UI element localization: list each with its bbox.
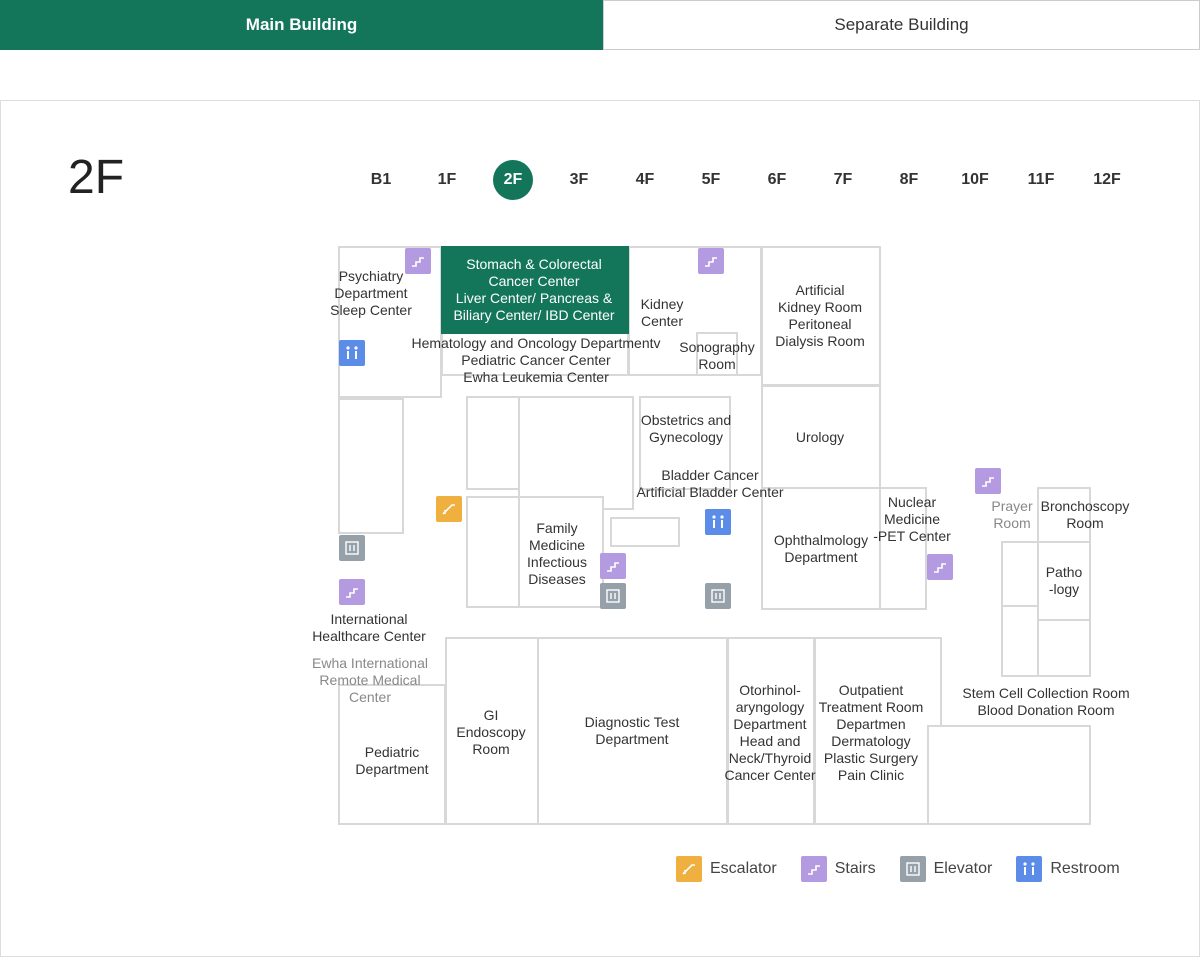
floor-plan: Psychiatry Department Sleep Center Stomach…: [0, 0, 1200, 957]
stairs-icon: [927, 554, 953, 580]
label-stem-cell: Stem Cell Collection Room Blood Donation …: [962, 685, 1130, 718]
label-diagnostic: Diagnostic Test Department: [584, 714, 680, 747]
room-block-g: [1037, 619, 1091, 677]
label-stomach: Stomach & Colorectal Cancer Center Liver C…: [453, 256, 615, 323]
label-ent: Otorhinol-aryngology Department Head and Ne…: [724, 682, 816, 783]
stairs-icon: [698, 248, 724, 274]
label-family-medicine: Family Medicine Infectious Diseases: [527, 520, 587, 587]
label-pediatric: Pediatric Department: [355, 744, 429, 777]
legend-stairs: Stairs: [800, 856, 876, 882]
legend-label: Stairs: [834, 860, 876, 877]
room-block-h: [927, 725, 1091, 825]
stairs-icon: [975, 468, 1001, 494]
label-obstetrics: Obstetrics and Gynecology: [640, 412, 732, 445]
label-remote-medical: Ewha International Remote Medical Center: [312, 655, 428, 705]
label-bronchoscopy: Bronchoscopy Room: [1040, 498, 1130, 531]
label-ophthalmology: Ophthalmology Department: [773, 532, 869, 565]
label-sonography: Sonography Room: [679, 339, 755, 372]
restroom-icon: [1016, 856, 1043, 882]
stairs-icon: [600, 553, 626, 579]
label-urology: Urology: [795, 429, 845, 445]
label-hematology: Hematology and Oncology Departmentv Pedia…: [411, 335, 661, 385]
label-international: International Healthcare Center: [312, 611, 426, 644]
stairs-icon: [405, 248, 431, 274]
elevator-icon: [600, 583, 626, 609]
room-block-f: [1001, 605, 1039, 677]
restroom-icon: [339, 340, 365, 366]
legend: Escalator Stairs Elevator Restroom: [676, 856, 1144, 882]
legend-label: Elevator: [933, 860, 993, 877]
stairs-icon: [800, 856, 827, 882]
legend-label: Escalator: [710, 860, 777, 877]
elevator-icon: [899, 856, 926, 882]
restroom-icon: [705, 509, 731, 535]
legend-label: Restroom: [1050, 860, 1120, 877]
label-outpatient: Outpatient Treatment Room Departmen Dermato…: [818, 682, 924, 783]
escalator-icon: [436, 496, 462, 522]
label-gi-endoscopy: GI Endoscopy Room: [456, 707, 526, 757]
room-block-d: [610, 517, 680, 547]
legend-escalator: Escalator: [676, 856, 777, 882]
label-kidney: Kidney Center: [640, 296, 684, 329]
label-psychiatry: Psychiatry Department Sleep Center: [330, 268, 412, 318]
elevator-icon: [705, 583, 731, 609]
elevator-icon: [339, 535, 365, 561]
room-block-b: [518, 396, 634, 510]
legend-restroom: Restroom: [1016, 856, 1120, 882]
label-artificial-kidney: Artificial Kidney Room Peritoneal Dialysis …: [775, 282, 865, 349]
room-block-c: [466, 496, 520, 608]
label-pathology: Patho -logy: [1045, 564, 1083, 597]
label-bladder: Bladder Cancer Artificial Bladder Center: [636, 467, 784, 500]
escalator-icon: [676, 856, 702, 882]
room-block-e: [1001, 541, 1039, 607]
stairs-icon: [339, 579, 365, 605]
room-corridor-west: [338, 398, 404, 534]
label-prayer-room: Prayer Room: [991, 498, 1033, 531]
label-nuclear-medicine: Nuclear Medicine -PET Center: [873, 494, 951, 544]
room-block-a: [466, 396, 520, 490]
legend-elevator: Elevator: [899, 856, 993, 882]
